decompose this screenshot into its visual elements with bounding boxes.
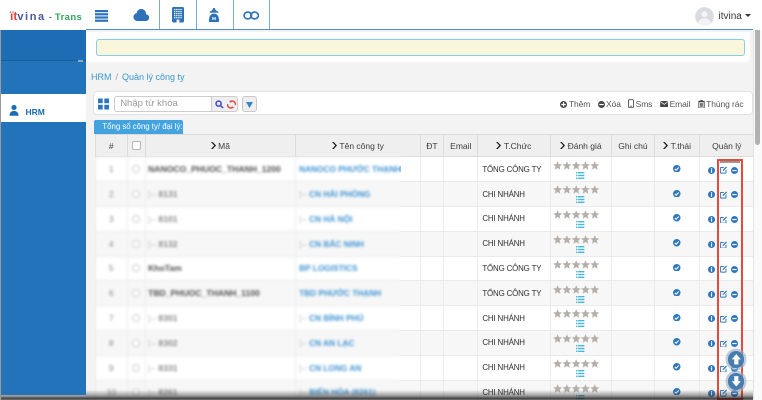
svg-text:M: M [212, 15, 216, 21]
